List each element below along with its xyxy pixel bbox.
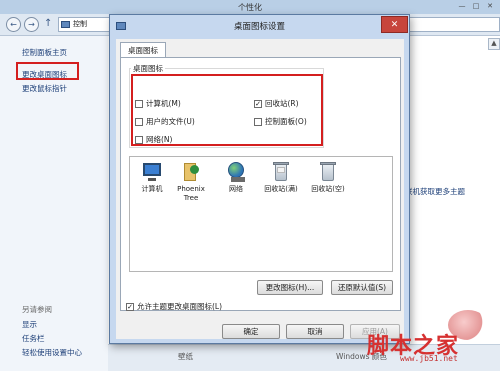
checkbox-computer[interactable]: 计算机(M) xyxy=(135,98,181,109)
checkbox-box[interactable] xyxy=(135,117,143,126)
tab-panel: 桌面图标 计算机(M) 用户的文件(U) 网络(N) ✓ 回收站(R) 控制面板… xyxy=(120,57,401,311)
maximize-button[interactable]: □ xyxy=(470,1,482,11)
tab-desktop-icons[interactable]: 桌面图标 xyxy=(120,42,166,58)
dialog-title: 桌面图标设置 xyxy=(233,22,285,32)
list-item-recycle-bin-empty[interactable]: 回收站(空) xyxy=(308,161,348,194)
dialog-body: 桌面图标 桌面图标 计算机(M) 用户的文件(U) 网络(N) ✓ 回收站(R) xyxy=(116,39,404,339)
checkmark-icon[interactable]: ✓ xyxy=(254,99,262,108)
checkbox-box[interactable] xyxy=(254,117,262,126)
address-bar[interactable]: 控制 xyxy=(58,17,114,32)
see-also-label: 另请参阅 xyxy=(22,305,52,314)
ease-of-access-link[interactable]: 轻松使用设置中心 xyxy=(22,347,82,358)
desktop-background-item[interactable]: 壁纸 xyxy=(178,351,193,362)
checkbox-control-panel[interactable]: 控制面板(O) xyxy=(254,116,307,127)
address-text: 控制 xyxy=(73,20,87,28)
change-icon-button[interactable]: 更改图标(H)... xyxy=(257,280,323,295)
back-arrow-icon[interactable]: ← xyxy=(6,17,21,32)
list-item-network[interactable]: 网络 xyxy=(216,161,256,194)
list-item-user-files[interactable]: Phoenix Tree xyxy=(171,161,211,203)
list-item-computer[interactable]: 计算机 xyxy=(132,161,172,194)
group-label: 桌面图标 xyxy=(131,63,165,74)
minimize-button[interactable]: — xyxy=(456,1,468,11)
checkbox-user-files[interactable]: 用户的文件(U) xyxy=(135,116,195,127)
control-panel-icon xyxy=(61,21,70,28)
display-link[interactable]: 显示 xyxy=(22,319,37,330)
scroll-up-button[interactable]: ▲ xyxy=(488,38,500,50)
change-mouse-pointer-link[interactable]: 更改鼠标指针 xyxy=(22,83,67,94)
personalization-title: 个性化 xyxy=(238,2,262,12)
desktop-icon-list[interactable]: 计算机 Phoenix Tree 网络 回收站(满) 回收站(空) xyxy=(129,156,393,272)
computer-icon xyxy=(141,161,163,183)
get-more-themes-link[interactable]: 联机获取更多主题 xyxy=(405,186,465,197)
personalization-titlebar: 个性化 — □ ✕ xyxy=(0,0,500,14)
window-close-button[interactable]: ✕ xyxy=(484,1,496,11)
control-panel-home-link[interactable]: 控制面板主页 xyxy=(22,47,67,58)
sidebar: 控制面板主页 更改桌面图标 更改鼠标指针 另请参阅 显示 任务栏 轻松使用设置中… xyxy=(0,36,108,371)
user-folder-icon xyxy=(180,161,202,183)
desktop-icon-settings-dialog: 桌面图标设置 ✕ 桌面图标 桌面图标 计算机(M) 用户的文件(U) 网络(N)… xyxy=(109,14,410,344)
forward-arrow-icon[interactable]: → xyxy=(24,17,39,32)
checkbox-network[interactable]: 网络(N) xyxy=(135,134,172,145)
restore-default-button[interactable]: 还原默认值(S) xyxy=(331,280,393,295)
list-item-recycle-bin-full[interactable]: 回收站(满) xyxy=(261,161,301,194)
recycle-bin-full-icon xyxy=(270,161,292,183)
search-box[interactable] xyxy=(408,17,500,32)
checkbox-recycle-bin[interactable]: ✓ 回收站(R) xyxy=(254,98,299,109)
cancel-button[interactable]: 取消 xyxy=(286,324,344,339)
watermark-url: www.jb51.net xyxy=(400,354,458,363)
caption-buttons: — □ ✕ xyxy=(456,1,496,11)
ok-button[interactable]: 确定 xyxy=(222,324,280,339)
dialog-close-button[interactable]: ✕ xyxy=(381,16,408,33)
change-icons-highlight xyxy=(16,62,79,80)
taskbar-link[interactable]: 任务栏 xyxy=(22,333,45,344)
checkbox-box[interactable] xyxy=(135,135,143,144)
checkbox-box[interactable] xyxy=(135,99,143,108)
recycle-bin-empty-icon xyxy=(317,161,339,183)
checkbox-allow-themes[interactable]: ✓ 允许主题更改桌面图标(L) xyxy=(126,301,222,312)
network-icon xyxy=(225,161,247,183)
up-arrow-icon[interactable]: ↑ xyxy=(44,18,52,29)
checkmark-icon[interactable]: ✓ xyxy=(126,302,134,311)
